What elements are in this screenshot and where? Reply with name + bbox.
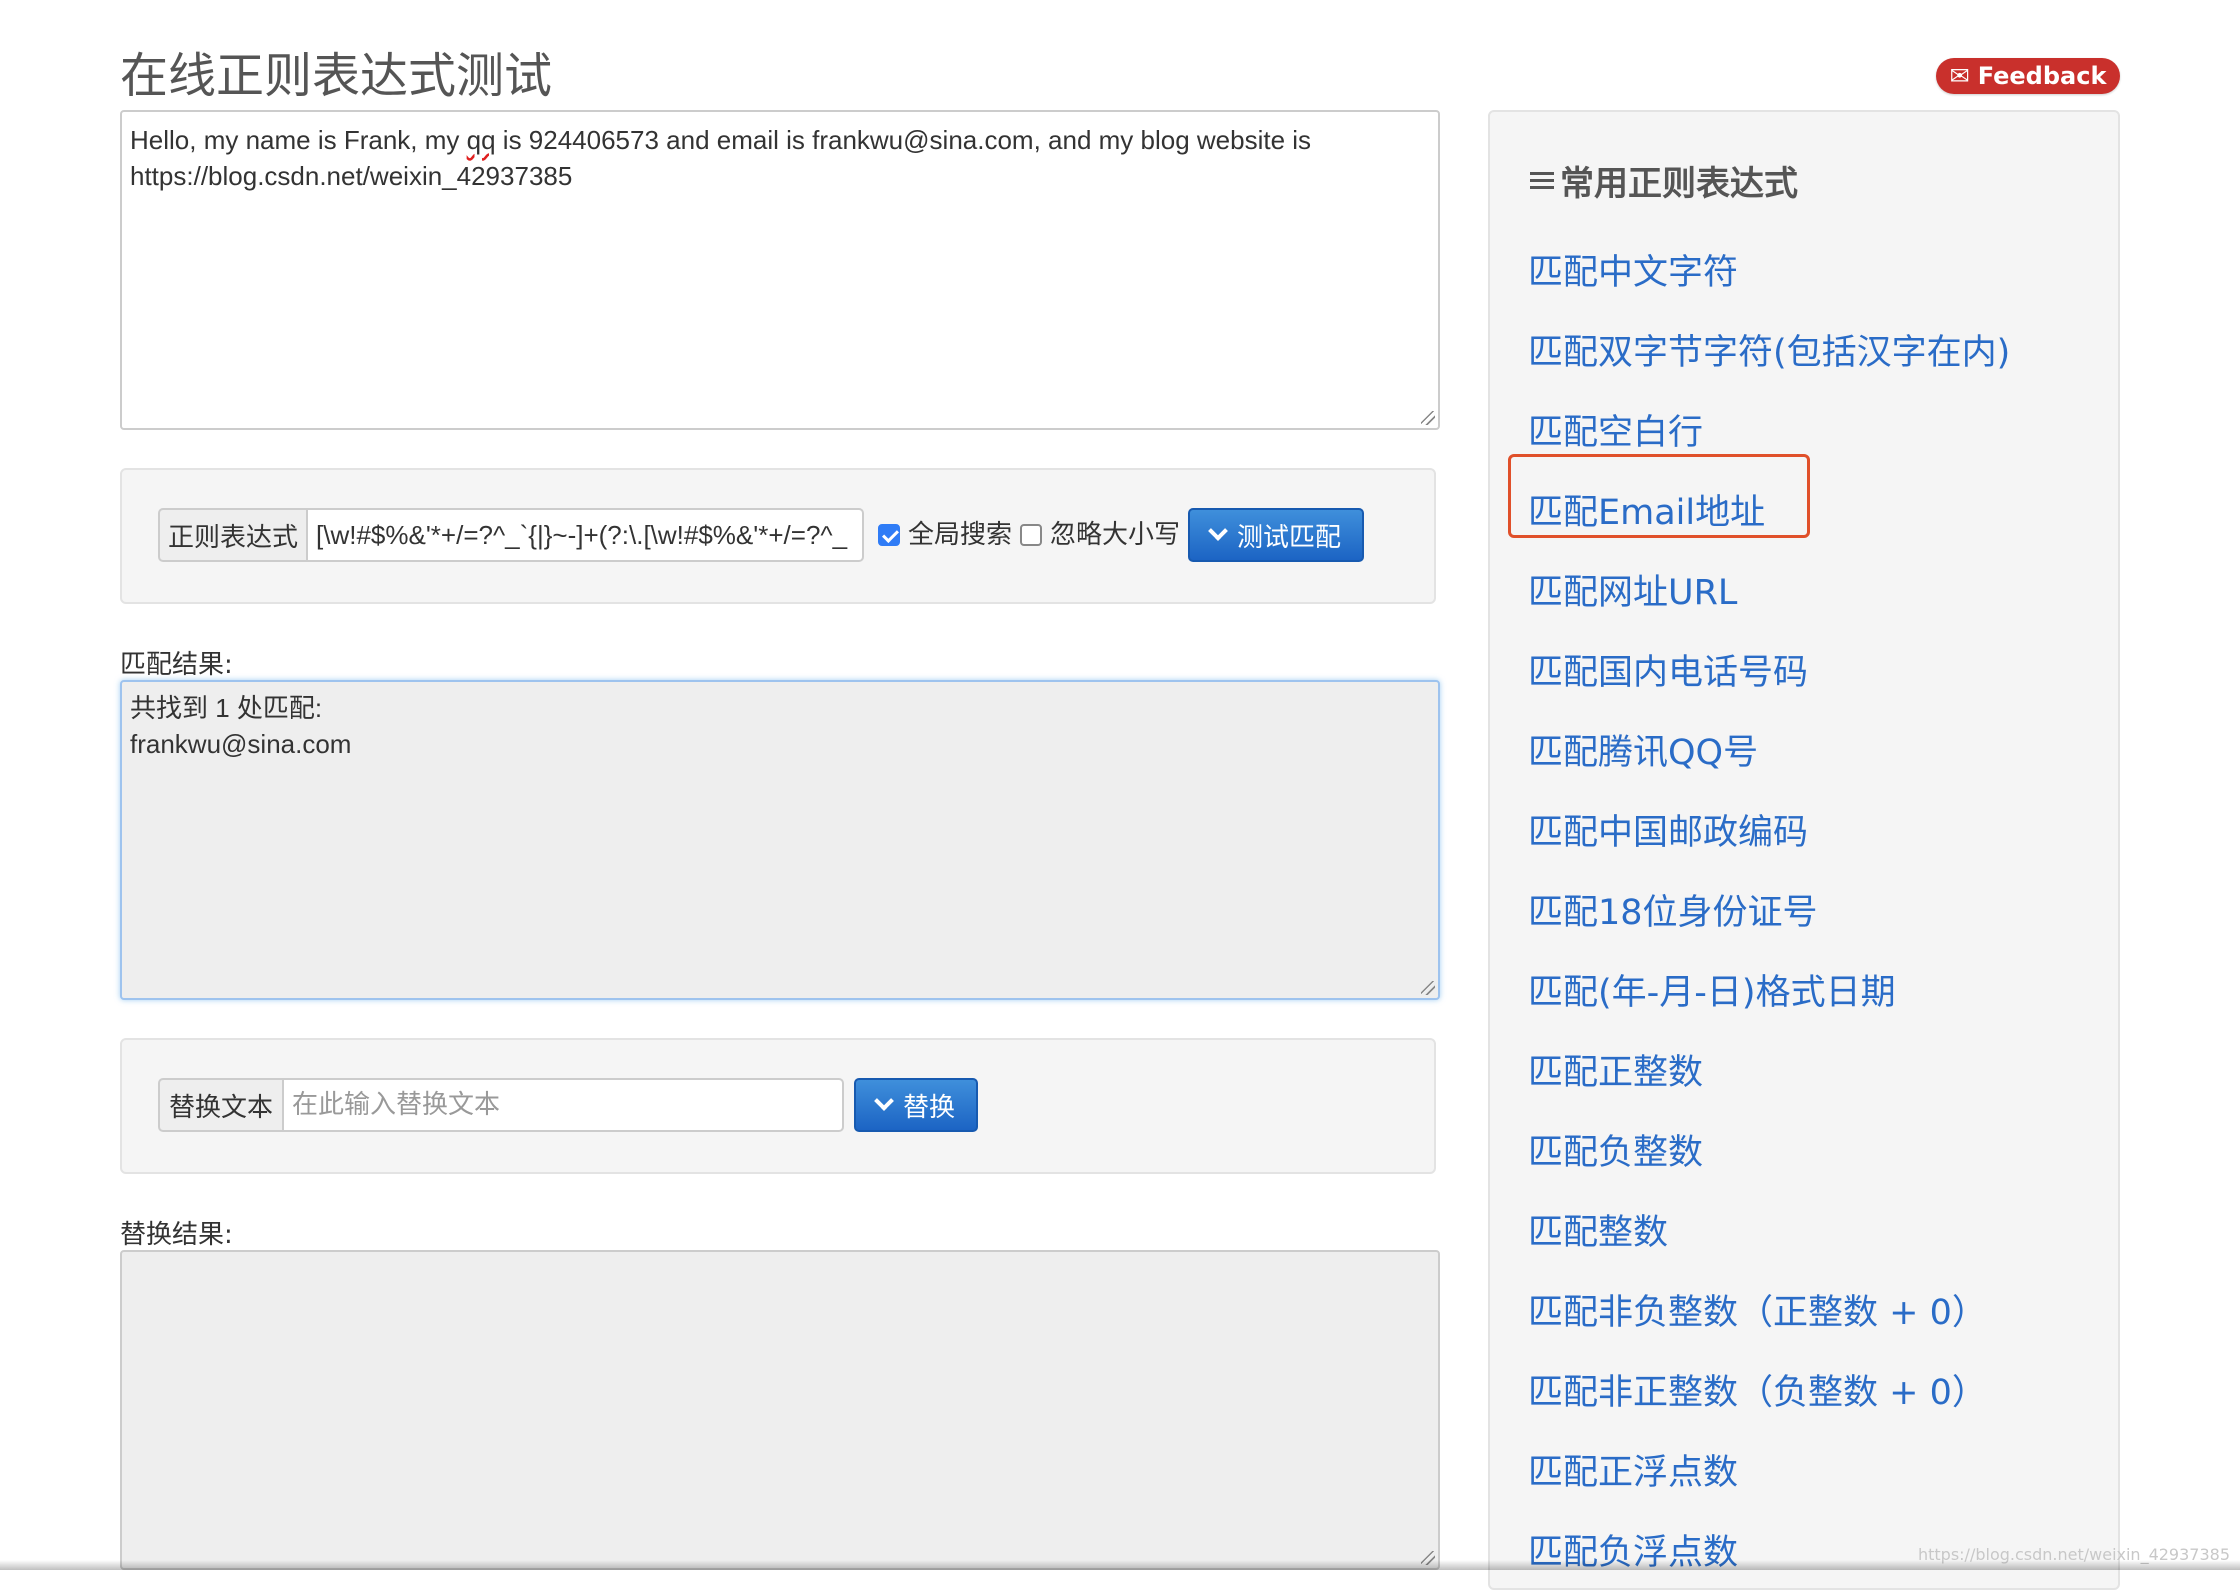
replace-panel: 替换文本 替换 [120,1038,1436,1174]
sidebar-item-phone[interactable]: 匹配国内电话号码 [1528,644,1808,695]
spellcheck-flagged-word: qq [466,125,496,155]
match-result-area[interactable]: 共找到 1 处匹配: frankwu@sina.com [120,680,1440,1000]
sidebar-item-non-negative-int[interactable]: 匹配非负整数（正整数 + 0） [1528,1284,1987,1335]
feedback-button[interactable]: ✉ Feedback [1936,58,2120,94]
ignore-case-checkbox[interactable] [1020,524,1042,546]
page-title: 在线正则表达式测试 [120,48,553,104]
sidebar-item-postcode[interactable]: 匹配中国邮政编码 [1528,804,1808,855]
bottom-edge-shadow [0,1560,2240,1570]
global-search-label: 全局搜索 [908,520,1013,550]
match-item: frankwu@sina.com [130,729,352,759]
sidebar-item-negative-int[interactable]: 匹配负整数 [1528,1124,1703,1175]
global-search-checkbox[interactable] [878,524,900,546]
common-regex-sidebar: 常用正则表达式 匹配中文字符 匹配双字节字符(包括汉字在内) 匹配空白行 匹配E… [1488,110,2120,1590]
replace-result-area[interactable] [120,1250,1440,1570]
regex-addon-label: 正则表达式 [158,508,308,562]
replace-button-label: 替换 [902,1092,955,1123]
sidebar-heading-text: 常用正则表达式 [1560,164,1798,204]
test-match-label: 测试匹配 [1236,522,1341,553]
chevron-down-icon [1208,521,1228,541]
sidebar-item-chinese-chars[interactable]: 匹配中文字符 [1528,244,1738,295]
sidebar-item-integer[interactable]: 匹配整数 [1528,1204,1668,1255]
sidebar-item-blank-line[interactable]: 匹配空白行 [1528,404,1703,455]
replace-addon-label: 替换文本 [158,1078,284,1132]
ignore-case-label: 忽略大小写 [1050,520,1181,550]
sidebar-item-double-byte[interactable]: 匹配双字节字符(包括汉字在内) [1528,324,2010,375]
sidebar-item-non-positive-int[interactable]: 匹配非正整数（负整数 + 0） [1528,1364,1987,1415]
source-line-1: Hello, my name is Frank, my qq is 924406… [130,125,1312,155]
match-result-label: 匹配结果: [120,650,233,680]
source-line-2: https://blog.csdn.net/weixin_42937385 [130,161,573,191]
resize-handle[interactable] [1421,411,1435,425]
test-match-button[interactable]: 测试匹配 [1188,508,1364,562]
sidebar-item-id-card[interactable]: 匹配18位身份证号 [1528,884,1818,935]
feedback-label: Feedback [1977,62,2107,90]
replace-result-label: 替换结果: [120,1220,233,1250]
replace-input[interactable] [284,1078,844,1132]
list-icon [1530,170,1554,192]
match-summary: 共找到 1 处匹配: [130,693,323,723]
envelope-icon: ✉ [1949,62,1970,90]
sidebar-item-qq[interactable]: 匹配腾讯QQ号 [1528,724,1758,775]
sidebar-heading: 常用正则表达式 [1530,156,1798,205]
replace-text-field[interactable] [292,1090,834,1120]
chevron-down-icon [874,1091,894,1111]
sidebar-item-date[interactable]: 匹配(年-月-日)格式日期 [1528,964,1896,1015]
sidebar-item-url[interactable]: 匹配网址URL [1528,564,1737,615]
sidebar-item-positive-float[interactable]: 匹配正浮点数 [1528,1444,1738,1495]
source-text-area[interactable]: Hello, my name is Frank, my qq is 924406… [120,110,1440,430]
regex-input[interactable]: [\w!#$%&'*+/=?^_`{|}~-]+(?:\.[\w!#$%&'*+… [308,508,864,562]
regex-panel: 正则表达式 [\w!#$%&'*+/=?^_`{|}~-]+(?:\.[\w!#… [120,468,1436,604]
resize-handle[interactable] [1421,981,1435,995]
email-item-highlight [1508,454,1810,538]
regex-pattern-text: [\w!#$%&'*+/=?^_`{|}~-]+(?:\.[\w!#$%&'*+… [316,519,848,550]
sidebar-item-positive-int[interactable]: 匹配正整数 [1528,1044,1703,1095]
replace-button[interactable]: 替换 [854,1078,978,1132]
